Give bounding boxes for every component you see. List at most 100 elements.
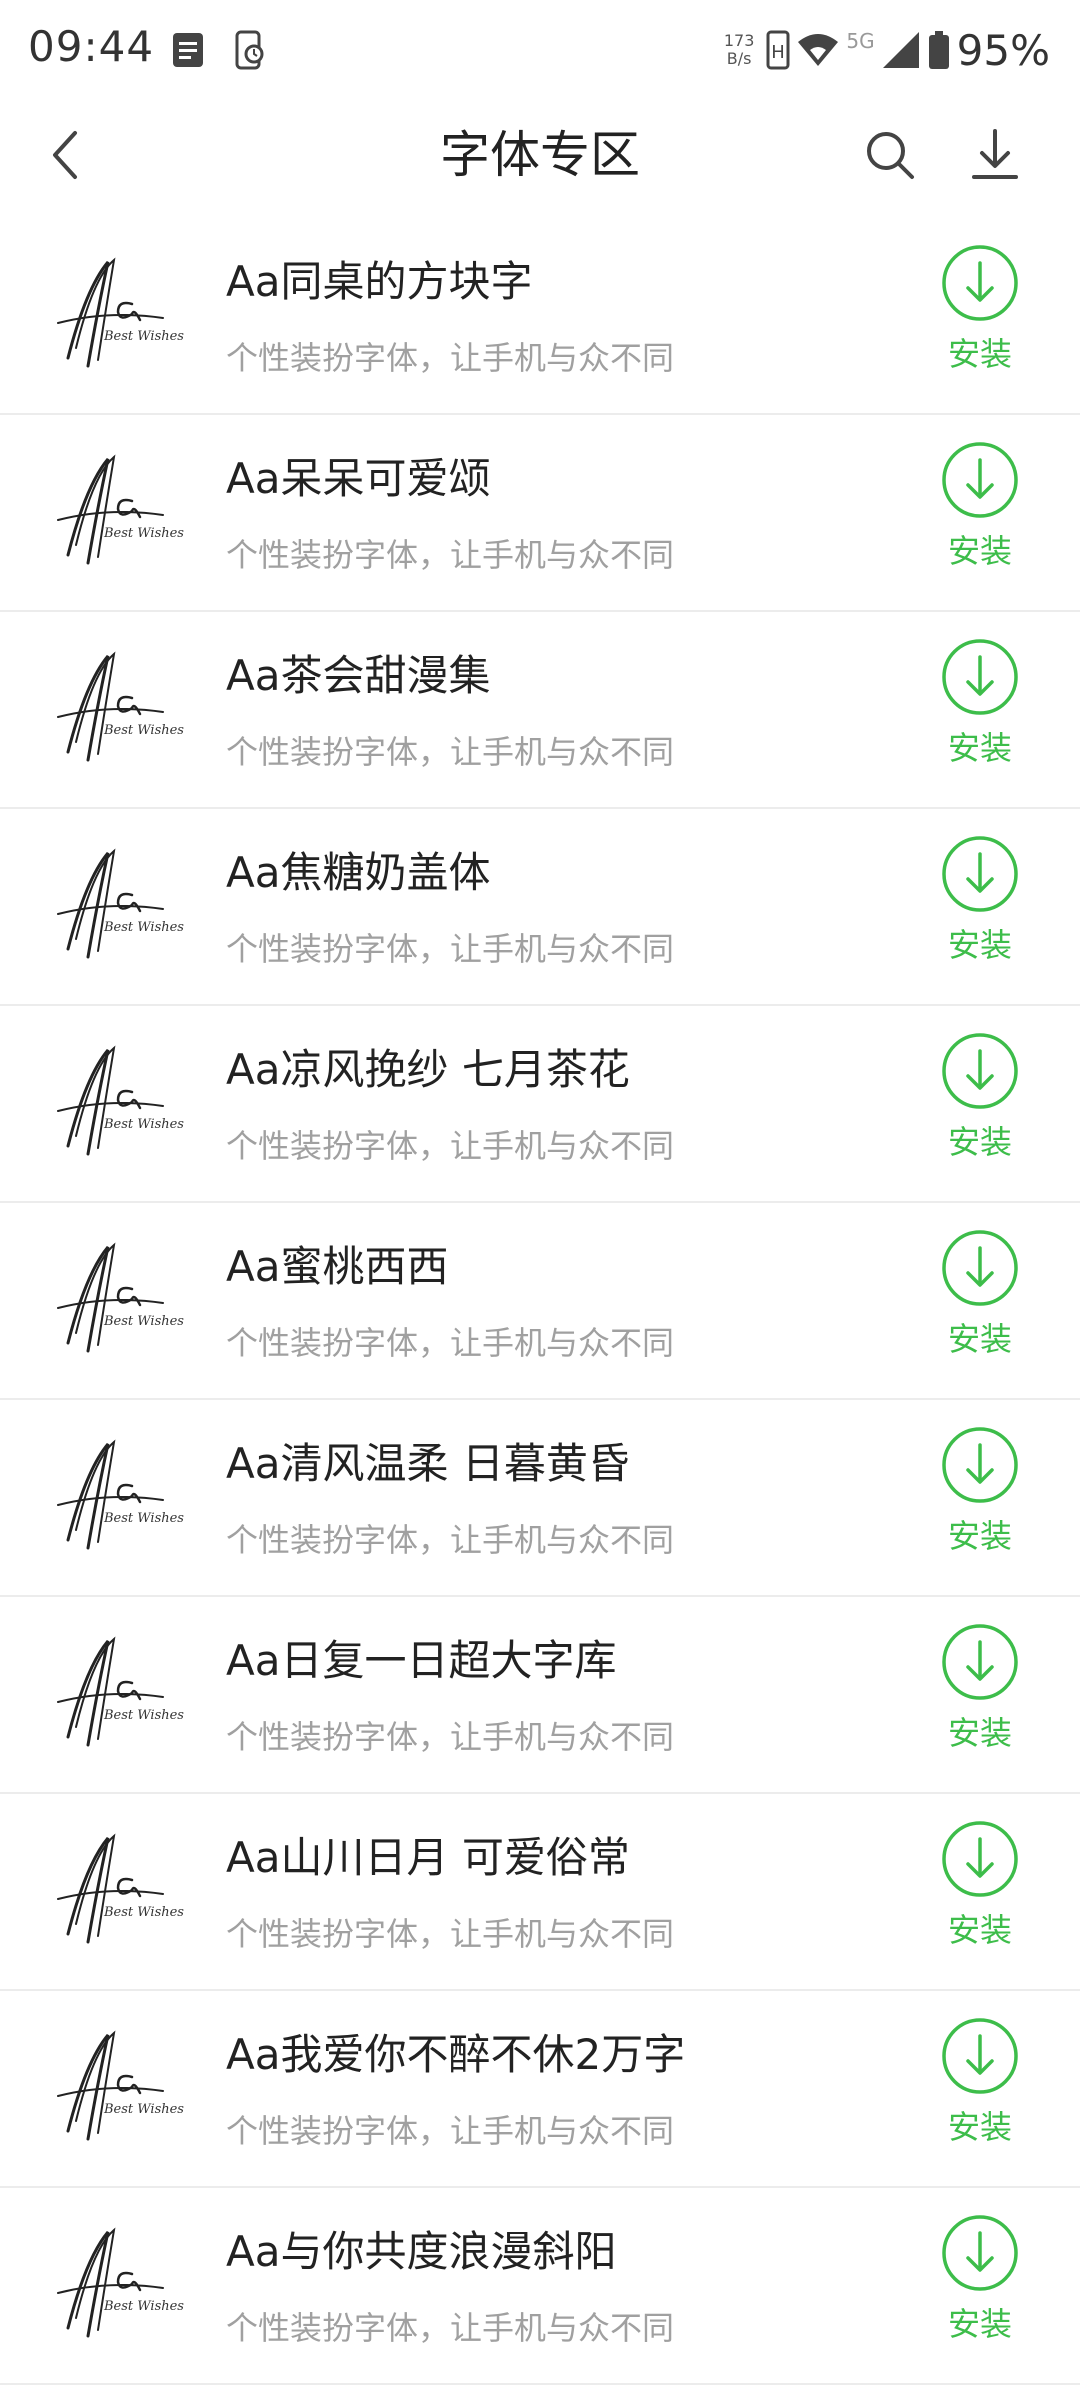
svg-text:Best Wishes: Best Wishes	[103, 1314, 184, 1329]
install-button[interactable]: 安装	[930, 2213, 1030, 2353]
font-list-item[interactable]: Aa Best Wishes Aa山川日月 可爱俗常 个性装扮字体，让手机与众不…	[0, 1794, 1080, 1991]
install-button[interactable]: 安装	[930, 1228, 1030, 1368]
font-list-item[interactable]: Aa Best Wishes Aa焦糖奶盖体 个性装扮字体，让手机与众不同 安装	[0, 809, 1080, 1006]
font-name: Aa同桌的方块字	[226, 257, 533, 306]
font-thumbnail: Aa Best Wishes	[48, 1036, 193, 1166]
install-label: 安装	[947, 1517, 1012, 1555]
install-label: 安装	[947, 1911, 1012, 1949]
font-name: Aa清风温柔 日暮黄昏	[226, 1439, 630, 1488]
header-bar: 字体专区	[0, 100, 1080, 210]
font-description: 个性装扮字体，让手机与众不同	[226, 2309, 675, 2347]
download-circle-icon	[942, 639, 1018, 715]
font-description: 个性装扮字体，让手机与众不同	[226, 536, 675, 574]
install-button[interactable]: 安装	[930, 1819, 1030, 1959]
svg-text:Best Wishes: Best Wishes	[103, 920, 184, 935]
download-circle-icon	[942, 1230, 1018, 1306]
battery-percent: 95%	[956, 25, 1050, 75]
install-button[interactable]: 安装	[930, 243, 1030, 383]
download-circle-icon	[942, 1624, 1018, 1700]
font-description: 个性装扮字体，让手机与众不同	[226, 339, 675, 377]
font-list-item[interactable]: Aa Best Wishes Aa茶会甜漫集 个性装扮字体，让手机与众不同 安装	[0, 612, 1080, 809]
download-circle-icon	[942, 2215, 1018, 2291]
install-label: 安装	[947, 335, 1012, 373]
search-icon	[867, 132, 914, 179]
status-bar: 09:44 173 B/s H 5G 95%	[0, 0, 1080, 100]
font-list-item[interactable]: Aa Best Wishes Aa蜜桃西西 个性装扮字体，让手机与众不同 安装	[0, 1203, 1080, 1400]
network-label: 5G	[846, 29, 875, 53]
install-button[interactable]: 安装	[930, 1031, 1030, 1171]
font-name: Aa日复一日超大字库	[226, 1636, 617, 1685]
install-button[interactable]: 安装	[930, 1425, 1030, 1565]
font-list: Aa Best Wishes Aa同桌的方块字 个性装扮字体，让手机与众不同 安…	[0, 218, 1080, 2385]
install-label: 安装	[947, 2108, 1012, 2146]
download-circle-icon	[942, 1427, 1018, 1503]
download-manager-button[interactable]	[960, 120, 1030, 190]
install-button[interactable]: 安装	[930, 2016, 1030, 2156]
svg-text:Best Wishes: Best Wishes	[103, 1708, 184, 1723]
download-circle-icon	[942, 836, 1018, 912]
font-name: Aa山川日月 可爱俗常	[226, 1833, 630, 1882]
svg-text:Aa: Aa	[48, 839, 50, 840]
download-circle-icon	[942, 245, 1018, 321]
install-button[interactable]: 安装	[930, 637, 1030, 777]
svg-text:Aa: Aa	[48, 2021, 50, 2022]
font-thumbnail: Aa Best Wishes	[48, 1824, 193, 1954]
font-thumbnail: Aa Best Wishes	[48, 445, 193, 575]
install-button[interactable]: 安装	[930, 440, 1030, 580]
font-thumbnail: Aa Best Wishes	[48, 1233, 193, 1363]
download-circle-icon	[942, 442, 1018, 518]
status-right-group: 173 B/s H 5G 95%	[724, 20, 1050, 80]
font-list-item[interactable]: Aa Best Wishes Aa凉风挽纱 七月茶花 个性装扮字体，让手机与众不…	[0, 1006, 1080, 1203]
svg-text:Best Wishes: Best Wishes	[103, 723, 184, 738]
font-list-item[interactable]: Aa Best Wishes Aa日复一日超大字库 个性装扮字体，让手机与众不同…	[0, 1597, 1080, 1794]
install-label: 安装	[947, 729, 1012, 767]
font-thumbnail: Aa Best Wishes	[48, 1627, 193, 1757]
font-list-item[interactable]: Aa Best Wishes Aa我爱你不醉不休2万字 个性装扮字体，让手机与众…	[0, 1991, 1080, 2188]
install-label: 安装	[947, 1714, 1012, 1752]
install-button[interactable]: 安装	[930, 1622, 1030, 1762]
svg-text:Aa: Aa	[48, 1824, 50, 1825]
net-speed-unit: B/s	[726, 49, 752, 68]
font-name: Aa呆呆可爱颂	[226, 454, 491, 503]
install-label: 安装	[947, 1123, 1012, 1161]
font-name: Aa凉风挽纱 七月茶花	[226, 1045, 630, 1094]
net-speed: 173 B/s	[724, 32, 755, 68]
download-icon	[972, 129, 1018, 179]
font-name: Aa焦糖奶盖体	[226, 848, 491, 897]
signal-icon	[881, 30, 921, 70]
font-list-item[interactable]: Aa Best Wishes Aa与你共度浪漫斜阳 个性装扮字体，让手机与众不同…	[0, 2188, 1080, 2385]
install-label: 安装	[947, 2305, 1012, 2343]
font-name: Aa与你共度浪漫斜阳	[226, 2227, 617, 2276]
svg-text:Aa: Aa	[48, 1036, 50, 1037]
notes-icon	[170, 30, 206, 70]
font-list-item[interactable]: Aa Best Wishes Aa同桌的方块字 个性装扮字体，让手机与众不同 安…	[0, 218, 1080, 415]
download-circle-icon	[942, 1033, 1018, 1109]
font-list-item[interactable]: Aa Best Wishes Aa清风温柔 日暮黄昏 个性装扮字体，让手机与众不…	[0, 1400, 1080, 1597]
search-button[interactable]	[855, 120, 925, 190]
svg-text:Aa: Aa	[48, 2218, 50, 2219]
font-description: 个性装扮字体，让手机与众不同	[226, 930, 675, 968]
phone-sync-icon	[232, 30, 268, 70]
svg-text:Best Wishes: Best Wishes	[103, 1905, 184, 1920]
wifi-icon	[796, 32, 840, 68]
svg-text:Aa: Aa	[48, 1233, 50, 1234]
font-description: 个性装扮字体，让手机与众不同	[226, 1521, 675, 1559]
svg-text:Aa: Aa	[48, 248, 50, 249]
status-time: 09:44	[28, 22, 155, 71]
install-label: 安装	[947, 1320, 1012, 1358]
font-list-item[interactable]: Aa Best Wishes Aa呆呆可爱颂 个性装扮字体，让手机与众不同 安装	[0, 415, 1080, 612]
font-thumbnail: Aa Best Wishes	[48, 248, 193, 378]
install-button[interactable]: 安装	[930, 834, 1030, 974]
svg-text:Aa: Aa	[48, 1430, 50, 1431]
font-thumbnail: Aa Best Wishes	[48, 2021, 193, 2151]
svg-text:Best Wishes: Best Wishes	[103, 1117, 184, 1132]
install-label: 安装	[947, 532, 1012, 570]
font-description: 个性装扮字体，让手机与众不同	[226, 1915, 675, 1953]
download-circle-icon	[942, 2018, 1018, 2094]
svg-text:Best Wishes: Best Wishes	[103, 1511, 184, 1526]
font-description: 个性装扮字体，让手机与众不同	[226, 2112, 675, 2150]
font-description: 个性装扮字体，让手机与众不同	[226, 1127, 675, 1165]
svg-text:H: H	[772, 42, 786, 63]
font-thumbnail: Aa Best Wishes	[48, 1430, 193, 1560]
net-speed-value: 173	[723, 31, 755, 50]
